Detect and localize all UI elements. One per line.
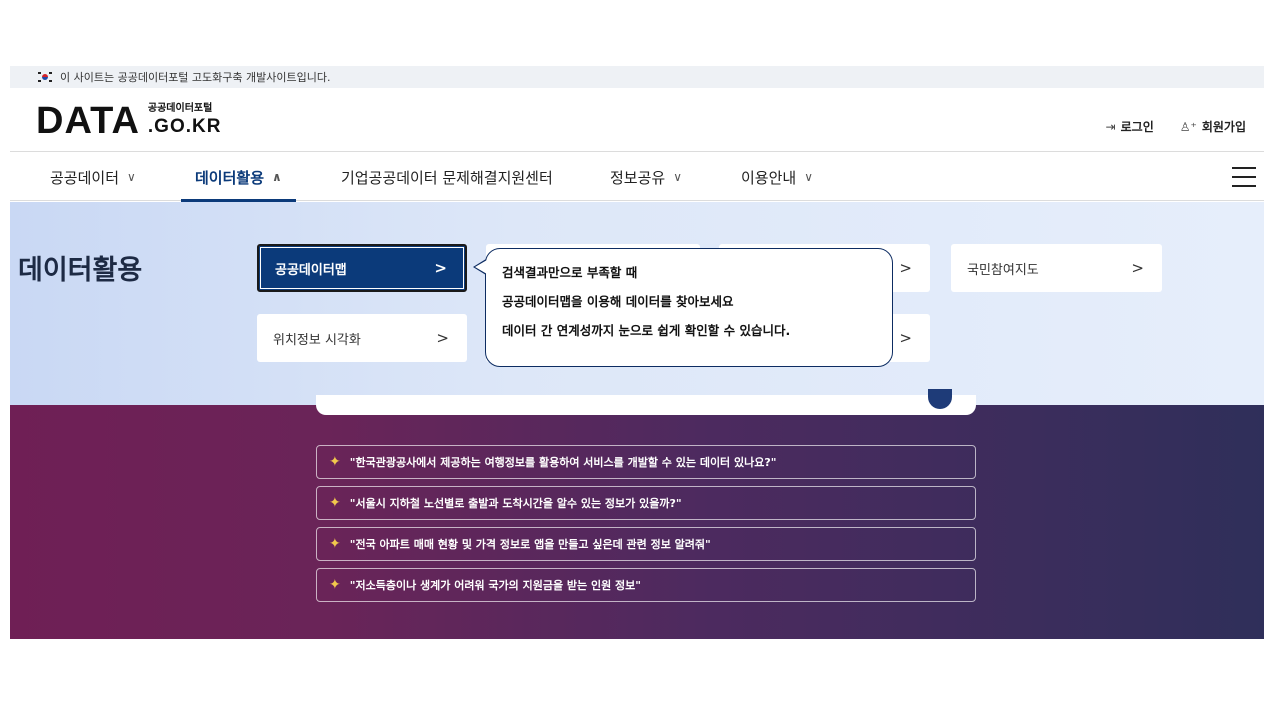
nav-label: 기업공공데이터 문제해결지원센터 — [341, 168, 553, 187]
sparkle-icon: ✦ — [329, 454, 341, 470]
site-logo[interactable]: DATA 공공데이터포털 .GO.KR — [36, 102, 221, 140]
login-label: 로그인 — [1120, 120, 1154, 134]
nav-item-public-data[interactable]: 공공데이터 ∨ — [50, 153, 136, 201]
nav-label: 정보공유 — [610, 168, 666, 187]
tooltip-line: 공공데이터맵을 이용해 데이터를 찾아보세요 — [502, 294, 734, 309]
chevron-right-icon: > — [1131, 259, 1144, 277]
chevron-right-icon: > — [436, 329, 449, 347]
suggestion-item[interactable]: ✦ "전국 아파트 매매 현황 및 가격 정보로 앱을 만들고 싶은데 관련 정보… — [316, 527, 976, 561]
site-header: DATA 공공데이터포털 .GO.KR ⇥ 로그인 ♙⁺ 회원가입 — [10, 88, 1264, 152]
hamburger-menu-icon[interactable] — [1232, 167, 1256, 187]
data-map-tooltip: 검색결과만으로 부족할 때 공공데이터맵을 이용해 데이터를 찾아보세요 데이터… — [473, 248, 893, 367]
chevron-right-icon: > — [899, 259, 912, 277]
main-nav: 공공데이터 ∨ 데이터활용 ∧ 기업공공데이터 문제해결지원센터 정보공유 ∨ 이용안… — [10, 153, 1264, 202]
utility-menu: ⇥ 로그인 ♙⁺ 회원가입 — [1106, 118, 1246, 135]
suggestion-item[interactable]: ✦ "저소득층이나 생계가 어려워 국가의 지원금을 받는 인원 정보" — [316, 568, 976, 602]
nav-label: 데이터활용 — [195, 168, 265, 187]
logo-sub-ko: 공공데이터포털 — [147, 103, 213, 114]
chevron-right-icon: > — [899, 329, 912, 347]
menu-label: 국민참여지도 — [967, 262, 1039, 278]
sparkle-icon: ✦ — [329, 495, 341, 511]
nav-item-info-share[interactable]: 정보공유 ∨ — [610, 153, 682, 201]
suggestion-text: "전국 아파트 매매 현황 및 가격 정보로 앱을 만들고 싶은데 관련 정보 … — [349, 538, 711, 551]
chevron-right-icon: > — [434, 259, 447, 277]
search-bar[interactable] — [316, 389, 976, 415]
suggestion-text: "한국관광공사에서 제공하는 여행정보를 활용하여 서비스를 개발할 수 있는 … — [349, 456, 777, 469]
login-link[interactable]: ⇥ 로그인 — [1106, 118, 1154, 135]
nav-item-data-use[interactable]: 데이터활용 ∧ — [181, 153, 296, 202]
menu-label: 공공데이터맵 — [275, 262, 347, 278]
nav-item-guide[interactable]: 이용안내 ∨ — [741, 153, 813, 201]
dev-site-notice: 이 사이트는 공공데이터포털 고도화구축 개발사이트입니다. — [10, 66, 1264, 88]
signup-link[interactable]: ♙⁺ 회원가입 — [1180, 118, 1246, 135]
suggestion-item[interactable]: ✦ "한국관광공사에서 제공하는 여행정보를 활용하여 서비스를 개발할 수 있는… — [316, 445, 976, 479]
sparkle-icon: ✦ — [329, 536, 341, 552]
tooltip-line: 검색결과만으로 부족할 때 — [502, 265, 638, 280]
chevron-up-icon: ∧ — [272, 170, 282, 184]
chevron-down-icon: ∨ — [673, 170, 682, 184]
chevron-down-icon: ∨ — [127, 170, 136, 184]
sparkle-icon: ✦ — [329, 577, 341, 593]
login-icon: ⇥ — [1105, 120, 1116, 134]
logo-sub-en: .GO.KR — [147, 116, 222, 137]
suggestion-text: "서울시 지하철 노선별로 출발과 도착시간을 알수 있는 정보가 있을까?" — [349, 497, 682, 510]
menu-location-visualization[interactable]: 위치정보 시각화 > — [257, 314, 467, 362]
nav-label: 공공데이터 — [50, 168, 120, 187]
menu-citizen-map[interactable]: 국민참여지도 > — [951, 244, 1162, 292]
tooltip-line: 데이터 간 연계성까지 눈으로 쉽게 확인할 수 있습니다. — [502, 323, 791, 338]
notice-text: 이 사이트는 공공데이터포털 고도화구축 개발사이트입니다. — [60, 71, 331, 84]
suggestion-item[interactable]: ✦ "서울시 지하철 노선별로 출발과 도착시간을 알수 있는 정보가 있을까?" — [316, 486, 976, 520]
nav-label: 이용안내 — [741, 168, 797, 187]
chevron-down-icon: ∨ — [804, 170, 813, 184]
person-add-icon: ♙⁺ — [1179, 120, 1197, 134]
panel-title: 데이터활용 — [18, 255, 143, 286]
page-frame: 이 사이트는 공공데이터포털 고도화구축 개발사이트입니다. DATA 공공데이… — [10, 66, 1264, 639]
signup-label: 회원가입 — [1201, 120, 1246, 134]
search-button[interactable] — [928, 389, 952, 409]
menu-public-data-map[interactable]: 공공데이터맵 > — [257, 244, 467, 292]
suggestion-text: "저소득층이나 생계가 어려워 국가의 지원금을 받는 인원 정보" — [349, 579, 642, 592]
menu-label: 위치정보 시각화 — [273, 332, 361, 348]
korea-flag-icon — [38, 72, 52, 82]
logo-main-text: DATA — [36, 100, 140, 142]
hero-section: ✦ "한국관광공사에서 제공하는 여행정보를 활용하여 서비스를 개발할 수 있는… — [10, 389, 1264, 639]
nav-item-support-center[interactable]: 기업공공데이터 문제해결지원센터 — [341, 153, 553, 201]
